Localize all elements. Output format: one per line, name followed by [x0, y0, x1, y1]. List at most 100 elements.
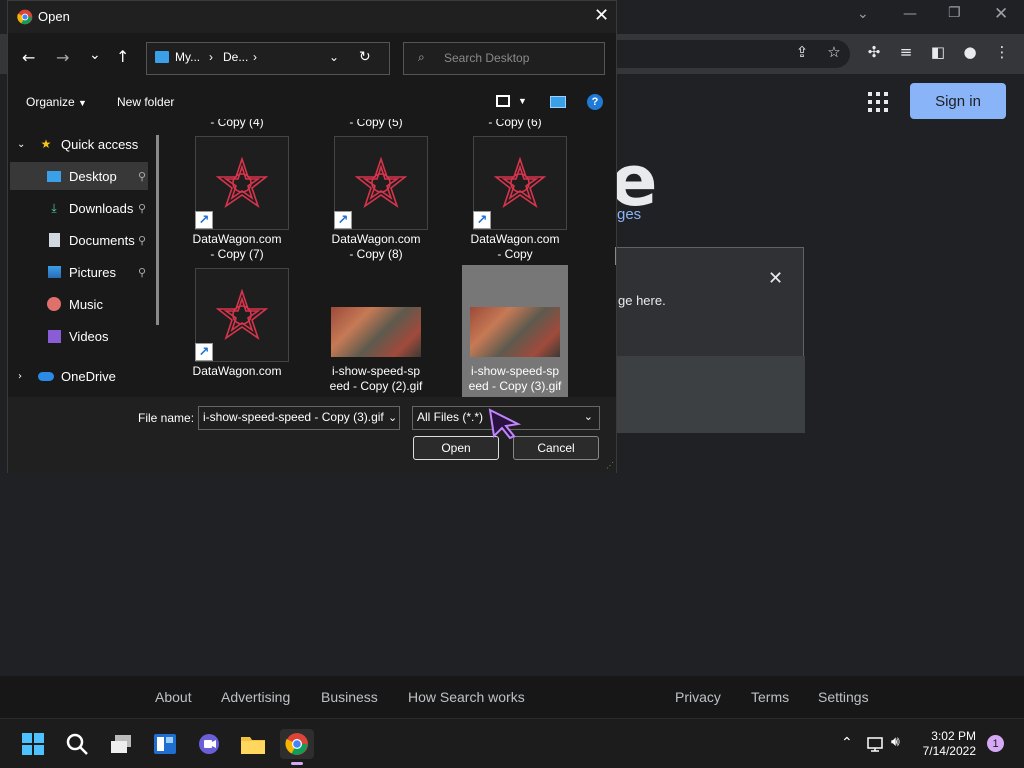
bookmark-star-icon[interactable]: ☆ — [823, 41, 845, 63]
expand-chevron-icon[interactable]: ⌄ — [17, 139, 29, 150]
resize-grip-icon[interactable]: ⋰ — [606, 461, 614, 470]
volume-icon[interactable]: 🔊︎ — [891, 734, 900, 750]
close-window-icon[interactable]: ✕ — [994, 4, 1008, 24]
clock[interactable]: 3:02 PM 7/14/2022 — [923, 729, 976, 759]
back-arrow-icon[interactable]: ← — [22, 48, 35, 67]
widgets-button[interactable] — [150, 729, 180, 759]
footer-link-privacy[interactable]: Privacy — [675, 689, 721, 705]
cancel-button[interactable]: Cancel — [513, 436, 599, 460]
up-arrow-icon[interactable]: ↑ — [116, 47, 129, 66]
promo-footer — [616, 356, 805, 433]
teams-chat-button[interactable] — [194, 729, 224, 759]
menu-kebab-icon[interactable]: ⋮ — [991, 41, 1013, 63]
pin-icon[interactable]: ⚲ — [138, 234, 146, 247]
new-folder-button[interactable]: New folder — [117, 95, 174, 109]
pin-icon[interactable]: ⚲ — [138, 202, 146, 215]
breadcrumb-separator-icon[interactable]: › — [253, 50, 257, 64]
dialog-footer: File name: i-show-speed-speed - Copy (3)… — [8, 397, 616, 473]
breadcrumb-mypc[interactable]: My... — [175, 50, 200, 64]
pin-icon[interactable]: ⚲ — [138, 170, 146, 183]
sidebar-item-quick-access[interactable]: ⌄ ★ Quick access — [8, 130, 148, 158]
network-icon[interactable] — [866, 735, 884, 753]
videos-icon — [46, 328, 62, 344]
task-view-button[interactable] — [106, 729, 136, 759]
document-icon — [46, 232, 62, 248]
breadcrumb-separator-icon[interactable]: › — [209, 50, 213, 64]
search-button[interactable] — [62, 729, 92, 759]
view-dropdown-caret-icon[interactable]: ▼ — [518, 96, 527, 106]
footer-link-business[interactable]: Business — [321, 689, 378, 705]
view-mode-icon[interactable] — [496, 95, 510, 107]
file-name-line2: - Copy — [497, 247, 533, 261]
chrome-icon — [285, 733, 308, 755]
file-name-line2: eed - Copy (3).gif — [468, 379, 562, 393]
preview-pane-icon[interactable] — [550, 96, 566, 108]
pin-icon[interactable]: ⚲ — [138, 266, 146, 279]
sign-in-button[interactable]: Sign in — [910, 83, 1006, 119]
recent-locations-chevron-icon[interactable]: ⌄ — [89, 47, 101, 63]
minimize-icon[interactable]: — — [903, 6, 917, 22]
tab-search-icon[interactable]: ⌄ — [857, 6, 869, 22]
sidebar-item-music[interactable]: Music — [8, 290, 148, 318]
file-item[interactable]: i-show-speed-sp eed - Copy (2).gif — [323, 265, 429, 397]
start-button[interactable] — [18, 729, 48, 759]
file-name-input[interactable]: i-show-speed-speed - Copy (3).gif — [198, 406, 400, 430]
profile-icon[interactable]: ● — [959, 41, 981, 63]
chat-icon — [199, 734, 219, 754]
file-item[interactable]: ↗ DataWagon.com - Copy (7) — [184, 133, 290, 261]
filter-value: All Files (*.*) — [417, 410, 484, 424]
chrome-taskbar-button[interactable] — [280, 729, 314, 765]
notification-badge[interactable]: 1 — [987, 735, 1004, 752]
forward-arrow-icon[interactable]: → — [56, 48, 69, 67]
footer-link-how-search-works[interactable]: How Search works — [408, 689, 525, 705]
footer-link-settings[interactable]: Settings — [818, 689, 869, 705]
dialog-close-icon[interactable]: ✕ — [594, 5, 609, 26]
sidebar-scrollbar[interactable] — [156, 135, 159, 325]
refresh-icon[interactable]: ↻ — [359, 49, 371, 65]
address-path[interactable]: My... › De... › ⌄ ↻ — [146, 42, 390, 75]
dialog-titlebar: Open ✕ — [8, 1, 616, 33]
sidebar-item-label: Pictures — [69, 264, 116, 280]
open-button[interactable]: Open — [413, 436, 499, 460]
language-links[interactable]: ges — [617, 206, 641, 223]
breadcrumb-desktop[interactable]: De... — [223, 50, 248, 64]
footer-link-terms[interactable]: Terms — [751, 689, 789, 705]
share-icon[interactable]: ⇪ — [791, 41, 813, 63]
extensions-icon[interactable]: ✣ — [863, 41, 885, 63]
sidebar-item-downloads[interactable]: ⤓ Downloads ⚲ — [8, 194, 148, 222]
footer-link-about[interactable]: About — [155, 689, 192, 705]
organize-label: Organize — [26, 95, 75, 109]
file-list-scrollbar[interactable] — [615, 247, 616, 265]
sidebar-item-desktop[interactable]: Desktop ⚲ — [10, 162, 148, 190]
sidebar-item-onedrive[interactable]: › OneDrive — [8, 362, 148, 390]
dropdown-caret-icon: ▼ — [78, 98, 87, 108]
expand-chevron-icon[interactable]: › — [18, 371, 30, 382]
promo-text: ge here. — [618, 293, 666, 308]
shortcut-arrow-icon: ↗ — [334, 211, 352, 229]
sidebar-item-documents[interactable]: Documents ⚲ — [8, 226, 148, 254]
file-item[interactable]: ↗ DataWagon.com — [184, 265, 290, 397]
organize-menu[interactable]: Organize ▼ — [26, 95, 87, 109]
taskbar: ⌃ 🔊︎ 3:02 PM 7/14/2022 1 — [0, 718, 1024, 768]
promo-close-icon[interactable]: ✕ — [768, 268, 783, 289]
chevron-up-icon[interactable]: ⌃ — [841, 735, 853, 751]
sidebar-item-videos[interactable]: Videos — [8, 322, 148, 350]
footer-link-advertising[interactable]: Advertising — [221, 689, 290, 705]
search-desktop-field[interactable]: ⌕ Search Desktop — [403, 42, 605, 75]
path-dropdown-icon[interactable]: ⌄ — [329, 50, 339, 64]
sidebar-item-label: Desktop — [69, 168, 117, 184]
file-item[interactable]: ↗ DataWagon.com - Copy — [462, 133, 568, 261]
help-icon[interactable]: ? — [587, 94, 603, 110]
file-name-line1: DataWagon.com — [192, 364, 282, 378]
file-explorer-button[interactable] — [238, 729, 268, 759]
file-item-selected[interactable]: i-show-speed-sp eed - Copy (3).gif — [462, 265, 568, 397]
side-panel-icon[interactable]: ◧ — [927, 41, 949, 63]
google-apps-icon[interactable] — [866, 90, 890, 114]
restore-icon[interactable]: ❐ — [948, 5, 961, 21]
chevron-down-icon: ⌄ — [583, 410, 593, 423]
media-control-icon[interactable]: ≡ — [895, 41, 917, 63]
file-name-dropdown-icon[interactable]: ⌄ — [388, 411, 397, 424]
sidebar-item-pictures[interactable]: Pictures ⚲ — [8, 258, 148, 286]
star-icon: ★ — [40, 137, 52, 151]
file-item[interactable]: ↗ DataWagon.com - Copy (8) — [323, 133, 429, 261]
